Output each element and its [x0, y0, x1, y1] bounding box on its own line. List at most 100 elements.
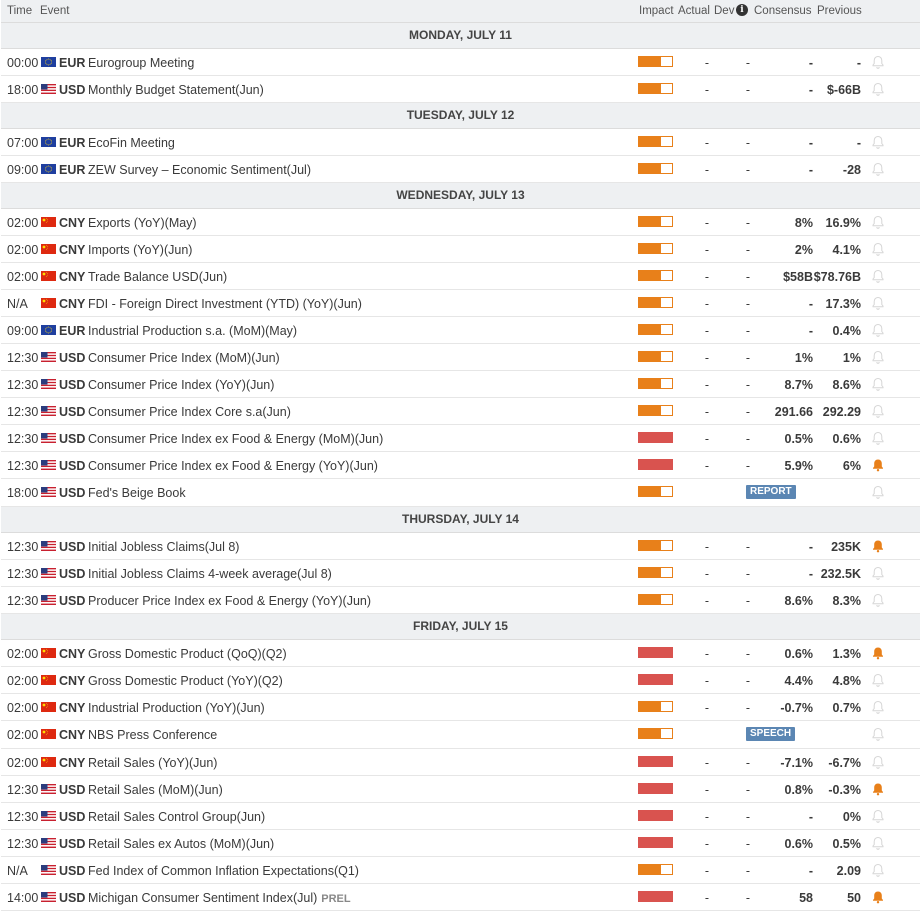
- event-name[interactable]: Eurogroup Meeting: [88, 56, 194, 70]
- event-name[interactable]: Imports (YoY)(Jun): [88, 243, 192, 257]
- event-row[interactable]: 12:30 USD Consumer Price Index (MoM)(Jun) -…: [1, 344, 920, 371]
- bell-icon[interactable]: [871, 296, 885, 310]
- bell-icon[interactable]: [871, 593, 885, 607]
- bell-icon[interactable]: [871, 162, 885, 176]
- event-name[interactable]: Trade Balance USD(Jun): [88, 270, 227, 284]
- bell-icon[interactable]: [871, 673, 885, 687]
- col-dev[interactable]: Dev: [714, 5, 734, 17]
- event-row[interactable]: 12:30 USD Retail Sales (MoM)(Jun) - - 0.8% -0.…: [1, 776, 920, 803]
- col-actual[interactable]: Actual: [678, 5, 710, 17]
- event-row[interactable]: 02:00 CNY Exports (YoY)(May) - - 8% 16.9%: [1, 209, 920, 236]
- col-impact[interactable]: Impact: [639, 5, 674, 17]
- event-name[interactable]: Consumer Price Index ex Food & Energy (Y…: [88, 459, 378, 473]
- col-event[interactable]: Event: [40, 5, 69, 17]
- col-consensus[interactable]: Consensus: [754, 5, 812, 17]
- bell-icon[interactable]: [871, 323, 885, 337]
- event-name[interactable]: ZEW Survey – Economic Sentiment(Jul): [88, 163, 311, 177]
- event-name[interactable]: Fed Index of Common Inflation Expectatio…: [88, 864, 359, 878]
- event-row[interactable]: 18:00 USD Monthly Budget Statement(Jun) - - -…: [1, 76, 920, 103]
- event-row[interactable]: 12:30 USD Retail Sales ex Autos (MoM)(Jun)…: [1, 830, 920, 857]
- bell-active-icon[interactable]: [871, 782, 885, 796]
- event-name[interactable]: Initial Jobless Claims 4-week average(Ju…: [88, 567, 332, 581]
- event-name[interactable]: Retail Sales ex Autos (MoM)(Jun): [88, 837, 274, 851]
- event-name-text: Retail Sales (MoM)(Jun): [88, 783, 223, 797]
- bell-icon[interactable]: [871, 566, 885, 580]
- event-row[interactable]: 12:30 USD Consumer Price Index (YoY)(Jun) -…: [1, 371, 920, 398]
- event-row[interactable]: 02:00 CNY Retail Sales (YoY)(Jun) - - -7.1% -6…: [1, 749, 920, 776]
- bell-icon[interactable]: [871, 863, 885, 877]
- bell-icon[interactable]: [871, 485, 885, 499]
- event-name[interactable]: Gross Domestic Product (YoY)(Q2): [88, 674, 283, 688]
- event-row[interactable]: N/A USD Fed Index of Common Inflation Expe…: [1, 857, 920, 884]
- event-row[interactable]: 02:00 CNY Gross Domestic Product (QoQ)(Q2)…: [1, 640, 920, 667]
- event-row[interactable]: 00:00 EUR Eurogroup Meeting - - - -: [1, 49, 920, 76]
- event-row[interactable]: 02:00 CNY Gross Domestic Product (YoY)(Q2)…: [1, 667, 920, 694]
- bell-active-icon[interactable]: [871, 890, 885, 904]
- event-type-badge[interactable]: SPEECH: [746, 727, 796, 741]
- col-previous[interactable]: Previous: [817, 5, 862, 17]
- event-name[interactable]: Retail Sales Control Group(Jun): [88, 810, 265, 824]
- event-row[interactable]: 07:00 EUR EcoFin Meeting - - - -: [1, 129, 920, 156]
- event-type-badge[interactable]: REPORT: [746, 485, 796, 499]
- event-row[interactable]: 09:00 EUR ZEW Survey – Economic Sentiment(…: [1, 156, 920, 183]
- bell-icon[interactable]: [871, 700, 885, 714]
- bell-icon[interactable]: [871, 82, 885, 96]
- event-row[interactable]: 12:30 USD Consumer Price Index ex Food & E…: [1, 425, 920, 452]
- event-name[interactable]: Retail Sales (MoM)(Jun): [88, 783, 223, 797]
- previous-value: -0.3%: [828, 783, 861, 797]
- event-row[interactable]: 18:00 USD Fed's Beige Book REPORT: [1, 479, 920, 507]
- event-row[interactable]: N/A CNY FDI - Foreign Direct Investment (Y…: [1, 290, 920, 317]
- event-name[interactable]: NBS Press Conference: [88, 728, 217, 742]
- eu-flag-icon: [41, 325, 56, 335]
- bell-icon[interactable]: [871, 135, 885, 149]
- info-icon[interactable]: i: [736, 4, 748, 16]
- event-name[interactable]: Industrial Production (YoY)(Jun): [88, 701, 265, 715]
- bell-icon[interactable]: [871, 269, 885, 283]
- bell-active-icon[interactable]: [871, 458, 885, 472]
- event-row[interactable]: 12:30 USD Initial Jobless Claims 4-week av…: [1, 560, 920, 587]
- event-name[interactable]: Gross Domestic Product (QoQ)(Q2): [88, 647, 287, 661]
- event-name[interactable]: Consumer Price Index Core s.a(Jun): [88, 405, 291, 419]
- event-currency: EUR: [59, 324, 86, 338]
- bell-icon[interactable]: [871, 431, 885, 445]
- actual-value: -: [704, 594, 710, 608]
- bell-icon[interactable]: [871, 55, 885, 69]
- bell-icon[interactable]: [871, 215, 885, 229]
- bell-icon[interactable]: [871, 755, 885, 769]
- event-name[interactable]: Consumer Price Index ex Food & Energy (M…: [88, 432, 383, 446]
- bell-icon[interactable]: [871, 242, 885, 256]
- bell-icon[interactable]: [871, 377, 885, 391]
- bell-icon[interactable]: [871, 809, 885, 823]
- bell-icon[interactable]: [871, 836, 885, 850]
- event-name[interactable]: EcoFin Meeting: [88, 136, 175, 150]
- col-time[interactable]: Time: [7, 5, 32, 17]
- bell-icon[interactable]: [871, 350, 885, 364]
- event-name[interactable]: Consumer Price Index (MoM)(Jun): [88, 351, 280, 365]
- bell-icon[interactable]: [871, 404, 885, 418]
- event-name[interactable]: Exports (YoY)(May): [88, 216, 197, 230]
- bell-icon[interactable]: [871, 727, 885, 741]
- event-name[interactable]: Industrial Production s.a. (MoM)(May): [88, 324, 297, 338]
- event-row[interactable]: 02:00 CNY NBS Press Conference SPEECH: [1, 721, 920, 749]
- event-name[interactable]: FDI - Foreign Direct Investment (YTD) (Y…: [88, 297, 362, 311]
- event-row[interactable]: 09:00 EUR Industrial Production s.a. (MoM)…: [1, 317, 920, 344]
- event-name[interactable]: Initial Jobless Claims(Jul 8): [88, 540, 239, 554]
- event-row[interactable]: 14:00 USD Michigan Consumer Sentiment Inde…: [1, 884, 920, 911]
- event-row[interactable]: 12:30 USD Retail Sales Control Group(Jun) -…: [1, 803, 920, 830]
- event-row[interactable]: 02:00 CNY Industrial Production (YoY)(Jun)…: [1, 694, 920, 721]
- event-name[interactable]: Fed's Beige Book: [88, 486, 186, 500]
- event-row[interactable]: 02:00 CNY Trade Balance USD(Jun) - - $58B $78.…: [1, 263, 920, 290]
- event-row[interactable]: 12:30 USD Consumer Price Index ex Food & E…: [1, 452, 920, 479]
- event-name[interactable]: Monthly Budget Statement(Jun): [88, 83, 264, 97]
- event-name[interactable]: Michigan Consumer Sentiment Index(Jul) PR…: [88, 891, 351, 905]
- event-row[interactable]: 02:00 CNY Imports (YoY)(Jun) - - 2% 4.1%: [1, 236, 920, 263]
- event-row[interactable]: 12:30 USD Initial Jobless Claims(Jul 8) - - -…: [1, 533, 920, 560]
- event-row[interactable]: 12:30 USD Producer Price Index ex Food & E…: [1, 587, 920, 614]
- deviation-value: -: [745, 270, 751, 284]
- event-row[interactable]: 12:30 USD Consumer Price Index Core s.a(Ju…: [1, 398, 920, 425]
- event-name[interactable]: Producer Price Index ex Food & Energy (Y…: [88, 594, 371, 608]
- bell-active-icon[interactable]: [871, 539, 885, 553]
- event-name[interactable]: Consumer Price Index (YoY)(Jun): [88, 378, 274, 392]
- bell-active-icon[interactable]: [871, 646, 885, 660]
- event-name[interactable]: Retail Sales (YoY)(Jun): [88, 756, 217, 770]
